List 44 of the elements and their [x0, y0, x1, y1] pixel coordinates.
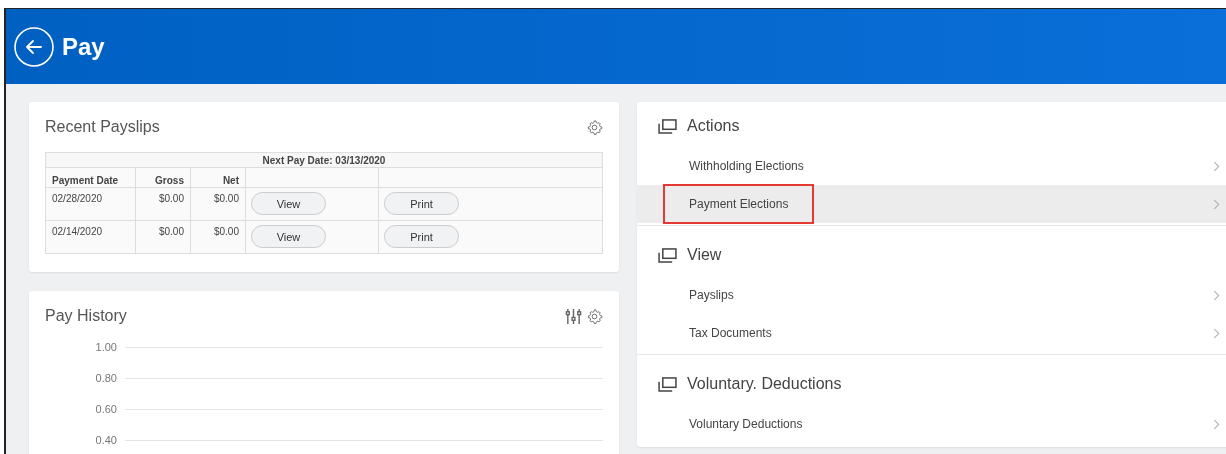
item-label: Tax Documents [688, 325, 773, 342]
column-header: Payment Date [45, 167, 136, 188]
axis-tick-label: 0.80 [94, 372, 117, 384]
chevron-right-icon [1213, 327, 1220, 339]
chevron-right-icon [1213, 198, 1220, 210]
section-title: View [687, 246, 722, 264]
axis-tick-label: 1.00 [94, 341, 117, 353]
back-icon[interactable] [14, 26, 54, 67]
table-cell: $0.00 [190, 220, 246, 254]
table-cell: $0.00 [190, 187, 246, 221]
menu-item[interactable]: Withholding Elections [637, 147, 1226, 185]
view-button[interactable]: View [251, 225, 326, 248]
windows-icon [658, 376, 677, 392]
item-label: Payment Elections [663, 184, 815, 224]
settings-icon[interactable] [586, 118, 603, 136]
table-cell: 02/14/2020 [45, 220, 136, 254]
item-label: Withholding Elections [688, 158, 805, 175]
windows-icon [658, 118, 677, 134]
page-title: Pay [62, 32, 105, 61]
settings-icon[interactable] [586, 307, 603, 325]
chevron-right-icon [1213, 160, 1220, 172]
section-title: Voluntary. Deductions [687, 375, 842, 393]
axis-tick-label: 0.60 [94, 403, 117, 415]
item-label: Voluntary Deductions [688, 416, 804, 433]
table-cell: $0.00 [135, 220, 191, 254]
sliders-icon[interactable] [565, 307, 582, 325]
menu-item[interactable]: Tax Documents [637, 314, 1226, 352]
menu-item[interactable]: Voluntary Deductions [637, 405, 1226, 443]
view-button[interactable]: View [251, 192, 326, 215]
card-title: Recent Payslips [45, 118, 160, 136]
chevron-right-icon [1213, 289, 1220, 301]
menu-item[interactable]: Payslips [637, 276, 1226, 314]
menu-item[interactable]: Payment Elections [637, 185, 1226, 223]
section-title: Actions [687, 117, 740, 135]
axis-tick-label: 0.40 [94, 434, 117, 446]
item-label: Payslips [688, 287, 735, 304]
print-button[interactable]: Print [384, 225, 459, 248]
table-cell: 02/28/2020 [45, 187, 136, 221]
table-cell: $0.00 [135, 187, 191, 221]
windows-icon [658, 247, 677, 263]
table-caption: Next Pay Date: 03/13/2020 [45, 152, 603, 168]
chevron-right-icon [1213, 418, 1220, 430]
card-title: Pay History [45, 307, 127, 325]
print-button[interactable]: Print [384, 192, 459, 215]
